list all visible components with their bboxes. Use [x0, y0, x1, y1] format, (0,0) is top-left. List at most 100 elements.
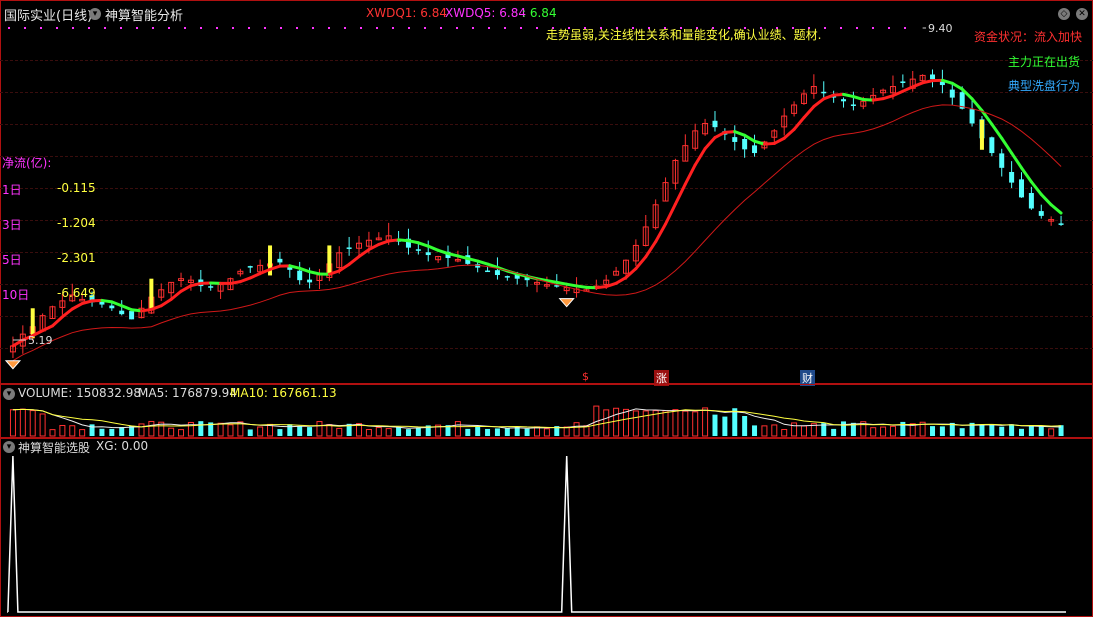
- volume-bar-down: [504, 428, 510, 436]
- volume-bar-up: [454, 421, 461, 437]
- signal-dot: [344, 27, 346, 29]
- candle-body-down: [1028, 192, 1034, 209]
- candle-body-down: [712, 120, 718, 128]
- candle-body-down: [900, 81, 906, 83]
- volume-bar-down: [959, 428, 965, 436]
- ma-short-segment: [120, 304, 134, 312]
- xg-chart[interactable]: [0, 438, 1093, 617]
- volume-bar-up: [573, 422, 580, 437]
- candle-body-down: [425, 252, 431, 256]
- ma-short-segment: [950, 81, 964, 91]
- net-flow-10d-value: -6.649: [57, 286, 96, 300]
- volume-bar-down: [1028, 425, 1034, 436]
- volume-value: VOLUME: 150832.98: [18, 386, 141, 400]
- volume-bar-down: [979, 424, 985, 436]
- xg-value: XG: 0.00: [96, 439, 149, 453]
- collapse-icon[interactable]: ◇: [1058, 8, 1070, 20]
- volume-bar-down: [999, 426, 1005, 436]
- volume-bar-up: [662, 410, 669, 437]
- candle-body-down: [1038, 211, 1044, 216]
- ma-short-segment: [901, 85, 915, 93]
- net-flow-5d-label: 5日: [2, 253, 22, 267]
- ma-short-segment: [70, 302, 84, 311]
- price-chart[interactable]: [0, 0, 1093, 384]
- volume-bar-up: [613, 407, 620, 437]
- volume-bar-up: [59, 424, 66, 437]
- xg-menu-icon[interactable]: ▾: [3, 441, 15, 453]
- signal-dot: [424, 27, 426, 29]
- ma-short-segment: [703, 136, 717, 151]
- volume-bar-up: [1048, 428, 1055, 437]
- signal-dot: [824, 27, 826, 29]
- ma-short-segment: [673, 182, 687, 206]
- signal-dot: [40, 27, 42, 29]
- signal-dot: [280, 27, 282, 29]
- volume-bar-up: [79, 429, 86, 437]
- ma-short-segment: [842, 92, 855, 99]
- volume-bar-up: [257, 426, 264, 437]
- candle-body-down: [969, 109, 975, 124]
- signal-dot: [216, 27, 218, 29]
- volume-bar-up: [771, 424, 778, 437]
- candle-body-down: [297, 270, 303, 281]
- ma-short-segment: [476, 259, 490, 266]
- volume-bar-up: [761, 425, 768, 437]
- event-tag-dollar[interactable]: $: [580, 370, 591, 383]
- signal-dot: [392, 27, 394, 29]
- candle-body-down: [307, 279, 313, 283]
- volume-bar-up: [168, 427, 175, 437]
- candle-body-down: [494, 270, 500, 275]
- ma-short-segment: [772, 136, 786, 145]
- xg-title: 神算智能选股: [18, 441, 91, 455]
- candle-body-down: [1019, 179, 1025, 198]
- volume-bar-up: [316, 421, 323, 437]
- volume-bar-down: [405, 429, 411, 436]
- signal-dot: [264, 27, 266, 29]
- volume-bar-up: [138, 423, 145, 437]
- buy-diamond-icon: [558, 298, 575, 308]
- ma-short-segment: [565, 282, 579, 288]
- signal-dot: [456, 27, 458, 29]
- volume-bar-down: [277, 429, 283, 436]
- volume-bar-up: [19, 408, 26, 437]
- volume-bar-up: [29, 410, 36, 437]
- signal-dot: [856, 27, 858, 29]
- ma-short-segment: [179, 284, 193, 293]
- candle-body-down: [989, 137, 995, 154]
- ma-short-segment: [881, 94, 895, 101]
- volume-bar-down: [99, 428, 105, 436]
- net-flow-5d-value: -2.301: [57, 251, 96, 265]
- ma-short-segment: [11, 338, 25, 348]
- signal-dot: [440, 27, 442, 29]
- candle-body-down: [247, 266, 253, 268]
- ma-short-segment: [604, 281, 618, 289]
- volume-menu-icon[interactable]: ▾: [3, 388, 15, 400]
- ma-short-segment: [822, 93, 836, 101]
- candle-body-down: [850, 104, 856, 106]
- volume-bar-down: [841, 421, 847, 436]
- net-flow-3d-value: -1.204: [57, 216, 96, 230]
- net-flow-title: 净流(亿):: [2, 156, 52, 170]
- ma-short-segment: [654, 222, 668, 244]
- volume-bar-up: [702, 407, 709, 437]
- volume-bar-down: [109, 428, 115, 436]
- highlight-bar: [149, 278, 154, 309]
- ma-short-segment: [357, 248, 371, 259]
- volume-bar-up: [148, 420, 155, 437]
- signal-text: 走势虽弱,关注线性关系和量能变化,确认业绩、题材.: [546, 28, 822, 42]
- close-icon[interactable]: ✕: [1076, 8, 1088, 20]
- volume-bar-down: [1038, 426, 1044, 436]
- volume-bar-down: [1009, 424, 1015, 436]
- volume-bar-up: [563, 426, 570, 437]
- volume-bar-up: [880, 426, 887, 437]
- indicator-menu-icon[interactable]: ▾: [89, 8, 101, 20]
- ma-short-segment: [347, 255, 361, 266]
- net-flow-1d-label: 1日: [2, 183, 22, 197]
- ma-short-segment: [990, 122, 1004, 140]
- fund-status-inflow: 资金状况：流入加快: [974, 30, 1083, 44]
- volume-bar-down: [475, 426, 481, 436]
- fund-status-distribution: 主力正在出货: [1008, 55, 1081, 69]
- volume-bar-up: [9, 409, 16, 437]
- signal-dot: [504, 27, 506, 29]
- xwdq5-value: XWDQ5: 6.84: [445, 6, 526, 20]
